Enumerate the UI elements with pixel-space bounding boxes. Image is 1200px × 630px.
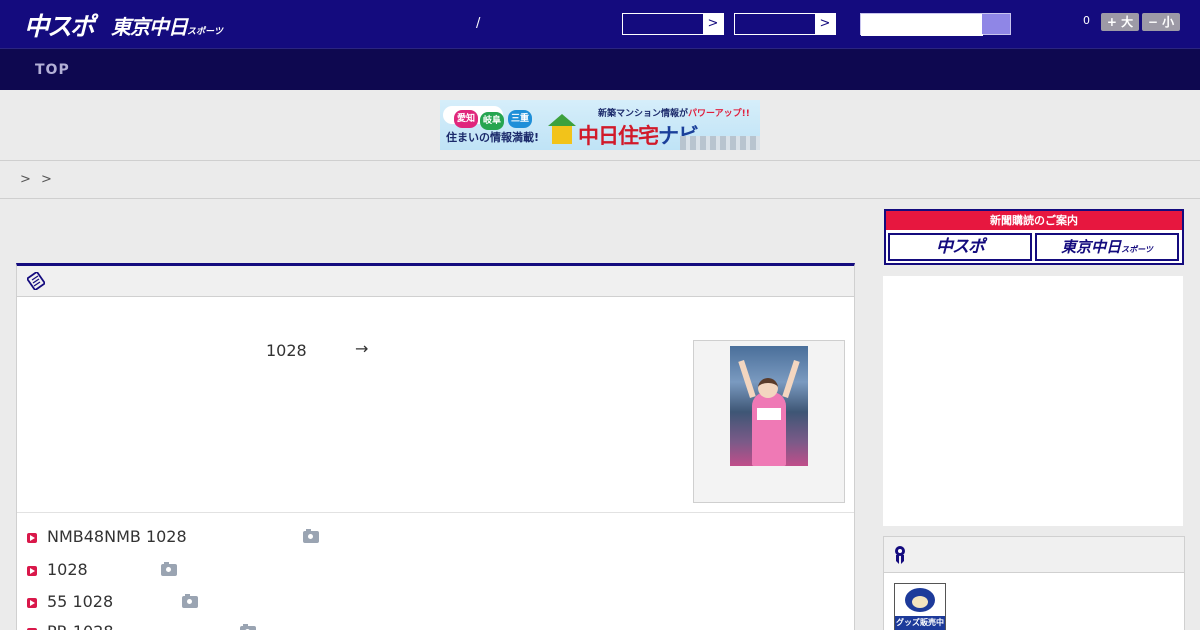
book-icon (27, 272, 45, 290)
arrow-right-icon: → (355, 339, 369, 358)
article-panel: 1028 → NMB48NMB 1028 1028 55 1028 (16, 263, 855, 630)
cityscape-decoration (680, 136, 760, 150)
goods-label: グッズ販売中 (895, 616, 945, 630)
breadcrumb: > > (20, 172, 52, 187)
banner-badge-aichi: 愛知 (454, 110, 478, 128)
banner-headline-emphasis: パワーアップ!! (688, 109, 750, 119)
font-smaller-button[interactable]: − 小 (1142, 13, 1180, 31)
chevron-right-icon[interactable]: > (815, 14, 835, 34)
ranking-header (884, 537, 1184, 573)
divider (0, 160, 1200, 161)
search-button[interactable] (982, 14, 1010, 34)
tokyo-chunichi-logo-small: スポーツ (187, 27, 223, 37)
site-header: 中スポ 東京中日スポーツ / > > 0 + 大 − 小 (0, 0, 1200, 48)
camera-icon (240, 624, 256, 630)
bullet-icon (27, 598, 37, 608)
subscription-title: 新聞購読のご案内 (886, 211, 1182, 230)
photo-head (758, 378, 778, 398)
ad-slot[interactable] (883, 276, 1183, 526)
list-item-text[interactable]: PR 1028 (47, 622, 114, 630)
search-input[interactable] (861, 15, 983, 36)
font-larger-button[interactable]: + 大 (1101, 13, 1139, 31)
camera-icon (182, 594, 198, 608)
chuspo-logo[interactable]: 中スポ (24, 7, 95, 43)
photo-bib (757, 408, 781, 420)
list-item-text[interactable]: 55 1028 (47, 592, 113, 611)
chevron-right-icon[interactable]: > (703, 14, 723, 34)
photo-arm-left (738, 360, 756, 398)
subscribe-tokyo-chunichi-button[interactable]: 東京中日スポーツ (1035, 233, 1179, 261)
banner-badge-mie: 三重 (508, 110, 532, 128)
list-item-text[interactable]: 1028 (47, 560, 88, 579)
house-roof-icon (548, 114, 576, 126)
nav-item-top[interactable]: TOP (35, 62, 70, 78)
bullet-icon (27, 533, 37, 543)
photo-arm-right (782, 360, 800, 398)
tokyo-chunichi-logo[interactable]: 東京中日スポーツ (111, 11, 223, 40)
housing-navi-banner[interactable]: 愛知 岐阜 三重 住まいの情報満載! 新築マンション情報がパワーアップ!! 中日… (440, 100, 760, 150)
category-select-1[interactable]: > (622, 13, 724, 35)
list-item-text[interactable]: NMB48NMB 1028 (47, 527, 187, 546)
mascot-icon (905, 588, 935, 612)
article-photo-frame (693, 340, 845, 503)
global-nav: TOP (0, 48, 1200, 90)
article-body-text: 1028 (266, 341, 307, 360)
banner-headline: 新築マンション情報がパワーアップ!! (598, 106, 750, 119)
camera-icon (303, 529, 319, 543)
goods-banner[interactable]: グッズ販売中 (894, 583, 946, 630)
article-photo[interactable] (730, 346, 808, 466)
photo-figure (752, 392, 786, 466)
counter-value: 0 (1083, 14, 1090, 27)
banner-brand-red: 中日住宅 (578, 124, 659, 148)
bullet-icon (27, 566, 37, 576)
subscribe-tokyo-chunichi-label: 東京中日 (1061, 238, 1122, 256)
subscription-box: 新聞購読のご案内 中スポ 東京中日スポーツ (884, 209, 1184, 265)
search-box (860, 13, 1011, 36)
article-header (17, 266, 854, 297)
divider (17, 512, 854, 513)
ranking-box: グッズ販売中 (883, 536, 1185, 630)
ribbon-icon (895, 546, 905, 564)
banner-headline-prefix: 新築マンション情報が (598, 109, 689, 119)
subscribe-tokyo-chunichi-small: スポーツ (1121, 245, 1153, 254)
divider (0, 198, 1200, 199)
banner-badge-gifu: 岐阜 (480, 112, 504, 130)
house-icon (552, 126, 572, 144)
header-separator: / (476, 16, 481, 31)
subscribe-chuspo-button[interactable]: 中スポ (888, 233, 1032, 261)
tokyo-chunichi-logo-text: 東京中日 (111, 15, 188, 39)
camera-icon (161, 562, 177, 576)
category-select-2[interactable]: > (734, 13, 836, 35)
banner-tagline: 住まいの情報満載! (446, 131, 540, 144)
